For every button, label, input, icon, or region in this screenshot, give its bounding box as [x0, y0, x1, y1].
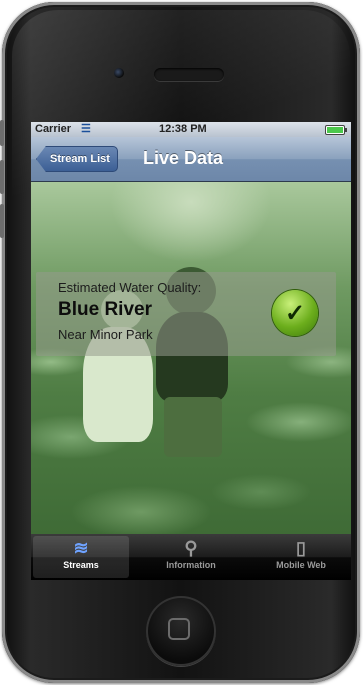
home-button[interactable]: [146, 596, 216, 666]
tab-mobile-web-label: Mobile Web: [276, 560, 326, 570]
wifi-icon: ☰: [81, 123, 91, 135]
clock: 12:38 PM: [159, 123, 207, 135]
battery-icon: [325, 125, 347, 135]
search-icon: ⚲: [184, 538, 198, 558]
phone-icon: ▯: [296, 538, 306, 558]
mute-switch: [0, 120, 4, 146]
tab-mobile-web[interactable]: ▯ Mobile Web: [253, 536, 349, 578]
river-name: Blue River: [58, 299, 152, 320]
tab-information-label: Information: [166, 560, 216, 570]
stream-photo: Estimated Water Quality: Blue River Near…: [31, 182, 351, 534]
card-eyebrow: Estimated Water Quality:: [58, 280, 202, 295]
page-title: Live Data: [143, 148, 224, 168]
river-location: Near Minor Park: [58, 327, 153, 342]
status-bar: Carrier ☰ 12:38 PM: [31, 122, 351, 137]
tab-bar: ≋ Streams ⚲ Information ▯ Mobile Web: [31, 534, 351, 580]
earpiece-speaker: [154, 68, 224, 81]
tab-information[interactable]: ⚲ Information: [143, 536, 239, 578]
volume-down-button: [0, 204, 4, 238]
nav-bar: Stream List Live Data: [31, 137, 351, 182]
tab-streams-label: Streams: [63, 560, 99, 570]
screen: Carrier ☰ 12:38 PM Stream List Live Data…: [31, 122, 351, 580]
back-button[interactable]: Stream List: [36, 146, 118, 172]
volume-up-button: [0, 160, 4, 194]
back-button-label: Stream List: [50, 153, 110, 165]
child-shorts: [164, 397, 222, 457]
checkmark-icon: ✓: [272, 290, 318, 336]
water-quality-card: Estimated Water Quality: Blue River Near…: [36, 272, 336, 356]
carrier-label: Carrier: [35, 123, 72, 135]
front-camera: [114, 68, 124, 78]
chart-icon: ≋: [73, 538, 89, 558]
home-square-icon: [168, 618, 190, 640]
tab-streams[interactable]: ≋ Streams: [33, 536, 129, 578]
